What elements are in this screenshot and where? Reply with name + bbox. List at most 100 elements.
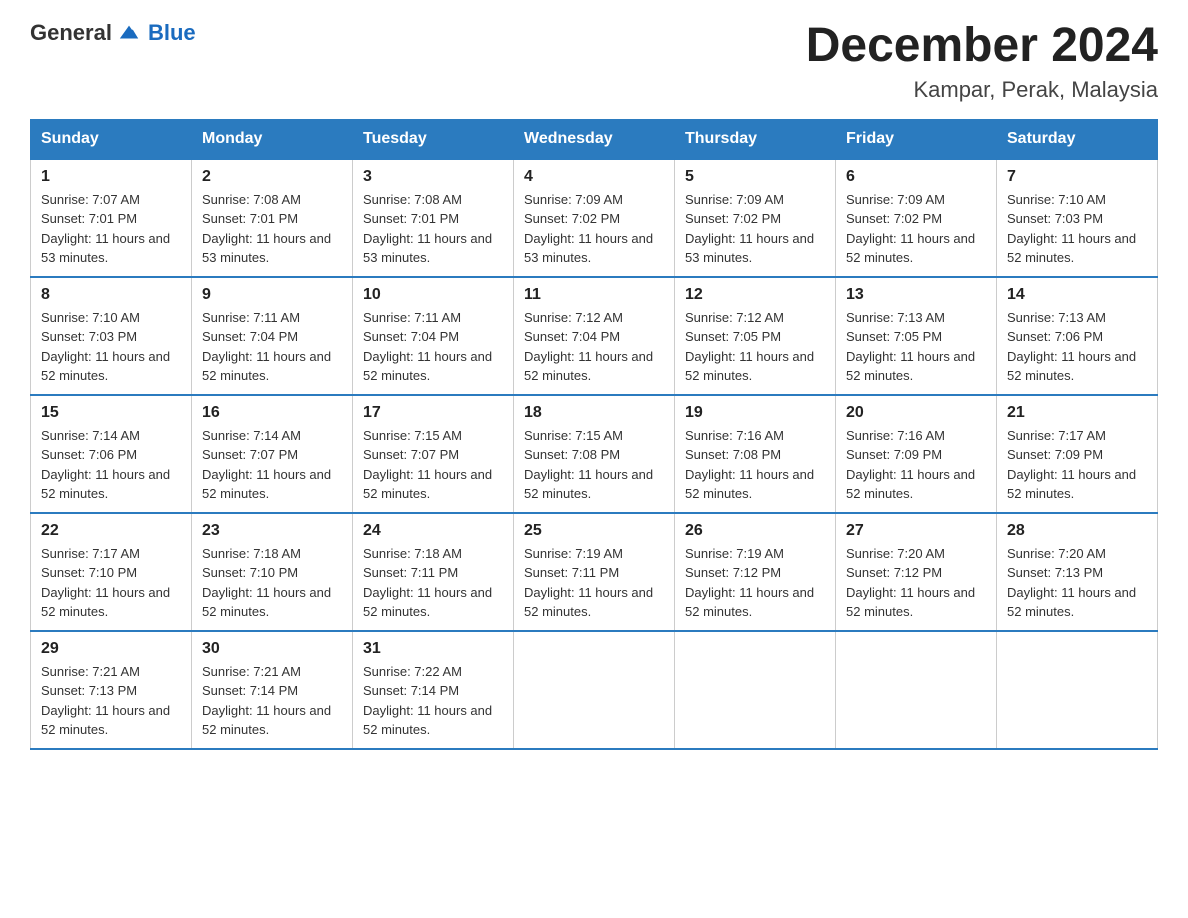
day-number: 30 bbox=[202, 640, 342, 658]
sunrise-label: Sunrise: 7:12 AM bbox=[685, 310, 784, 325]
day-info: Sunrise: 7:08 AM Sunset: 7:01 PM Dayligh… bbox=[202, 190, 342, 268]
day-info: Sunrise: 7:20 AM Sunset: 7:13 PM Dayligh… bbox=[1007, 544, 1147, 622]
logo-general: General bbox=[30, 20, 112, 46]
daylight-label: Daylight: 11 hours and 52 minutes. bbox=[202, 585, 331, 620]
daylight-label: Daylight: 11 hours and 53 minutes. bbox=[363, 231, 492, 266]
sunset-label: Sunset: 7:10 PM bbox=[202, 565, 298, 580]
calendar-week-row: 29 Sunrise: 7:21 AM Sunset: 7:13 PM Dayl… bbox=[31, 631, 1158, 749]
day-number: 9 bbox=[202, 286, 342, 304]
sunset-label: Sunset: 7:12 PM bbox=[685, 565, 781, 580]
sunset-label: Sunset: 7:07 PM bbox=[202, 447, 298, 462]
sunset-label: Sunset: 7:05 PM bbox=[685, 329, 781, 344]
day-number: 7 bbox=[1007, 168, 1147, 186]
daylight-label: Daylight: 11 hours and 52 minutes. bbox=[685, 349, 814, 384]
calendar-day-cell: 19 Sunrise: 7:16 AM Sunset: 7:08 PM Dayl… bbox=[675, 395, 836, 513]
day-info: Sunrise: 7:15 AM Sunset: 7:07 PM Dayligh… bbox=[363, 426, 503, 504]
sunset-label: Sunset: 7:06 PM bbox=[1007, 329, 1103, 344]
daylight-label: Daylight: 11 hours and 52 minutes. bbox=[846, 349, 975, 384]
sunrise-label: Sunrise: 7:19 AM bbox=[524, 546, 623, 561]
day-number: 21 bbox=[1007, 404, 1147, 422]
logo-icon bbox=[118, 22, 140, 44]
calendar-day-cell: 31 Sunrise: 7:22 AM Sunset: 7:14 PM Dayl… bbox=[353, 631, 514, 749]
day-info: Sunrise: 7:17 AM Sunset: 7:10 PM Dayligh… bbox=[41, 544, 181, 622]
daylight-label: Daylight: 11 hours and 52 minutes. bbox=[41, 467, 170, 502]
daylight-label: Daylight: 11 hours and 52 minutes. bbox=[202, 349, 331, 384]
sunrise-label: Sunrise: 7:09 AM bbox=[846, 192, 945, 207]
calendar-week-row: 22 Sunrise: 7:17 AM Sunset: 7:10 PM Dayl… bbox=[31, 513, 1158, 631]
day-info: Sunrise: 7:09 AM Sunset: 7:02 PM Dayligh… bbox=[846, 190, 986, 268]
daylight-label: Daylight: 11 hours and 52 minutes. bbox=[1007, 585, 1136, 620]
sunrise-label: Sunrise: 7:16 AM bbox=[685, 428, 784, 443]
day-number: 23 bbox=[202, 522, 342, 540]
sunrise-label: Sunrise: 7:10 AM bbox=[1007, 192, 1106, 207]
calendar-day-header: Saturday bbox=[997, 119, 1158, 159]
calendar-day-cell: 4 Sunrise: 7:09 AM Sunset: 7:02 PM Dayli… bbox=[514, 159, 675, 277]
day-number: 19 bbox=[685, 404, 825, 422]
sunrise-label: Sunrise: 7:18 AM bbox=[202, 546, 301, 561]
sunrise-label: Sunrise: 7:11 AM bbox=[363, 310, 461, 325]
calendar-day-cell: 25 Sunrise: 7:19 AM Sunset: 7:11 PM Dayl… bbox=[514, 513, 675, 631]
calendar-day-cell: 12 Sunrise: 7:12 AM Sunset: 7:05 PM Dayl… bbox=[675, 277, 836, 395]
day-info: Sunrise: 7:10 AM Sunset: 7:03 PM Dayligh… bbox=[1007, 190, 1147, 268]
day-number: 16 bbox=[202, 404, 342, 422]
sunrise-label: Sunrise: 7:08 AM bbox=[363, 192, 462, 207]
daylight-label: Daylight: 11 hours and 53 minutes. bbox=[41, 231, 170, 266]
sunset-label: Sunset: 7:08 PM bbox=[524, 447, 620, 462]
daylight-label: Daylight: 11 hours and 53 minutes. bbox=[202, 231, 331, 266]
sunset-label: Sunset: 7:04 PM bbox=[363, 329, 459, 344]
sunrise-label: Sunrise: 7:18 AM bbox=[363, 546, 462, 561]
calendar-day-cell: 22 Sunrise: 7:17 AM Sunset: 7:10 PM Dayl… bbox=[31, 513, 192, 631]
sunset-label: Sunset: 7:01 PM bbox=[41, 211, 137, 226]
day-info: Sunrise: 7:15 AM Sunset: 7:08 PM Dayligh… bbox=[524, 426, 664, 504]
day-info: Sunrise: 7:21 AM Sunset: 7:14 PM Dayligh… bbox=[202, 662, 342, 740]
daylight-label: Daylight: 11 hours and 52 minutes. bbox=[202, 467, 331, 502]
calendar-day-cell: 16 Sunrise: 7:14 AM Sunset: 7:07 PM Dayl… bbox=[192, 395, 353, 513]
sunset-label: Sunset: 7:02 PM bbox=[846, 211, 942, 226]
day-info: Sunrise: 7:11 AM Sunset: 7:04 PM Dayligh… bbox=[363, 308, 503, 386]
sunset-label: Sunset: 7:10 PM bbox=[41, 565, 137, 580]
calendar-week-row: 8 Sunrise: 7:10 AM Sunset: 7:03 PM Dayli… bbox=[31, 277, 1158, 395]
daylight-label: Daylight: 11 hours and 52 minutes. bbox=[524, 349, 653, 384]
sunset-label: Sunset: 7:14 PM bbox=[363, 683, 459, 698]
daylight-label: Daylight: 11 hours and 52 minutes. bbox=[363, 349, 492, 384]
calendar-day-cell bbox=[514, 631, 675, 749]
calendar-day-cell: 7 Sunrise: 7:10 AM Sunset: 7:03 PM Dayli… bbox=[997, 159, 1158, 277]
calendar-day-header: Tuesday bbox=[353, 119, 514, 159]
daylight-label: Daylight: 11 hours and 52 minutes. bbox=[524, 467, 653, 502]
calendar-table: SundayMondayTuesdayWednesdayThursdayFrid… bbox=[30, 119, 1158, 750]
day-info: Sunrise: 7:18 AM Sunset: 7:11 PM Dayligh… bbox=[363, 544, 503, 622]
day-number: 29 bbox=[41, 640, 181, 658]
day-info: Sunrise: 7:13 AM Sunset: 7:06 PM Dayligh… bbox=[1007, 308, 1147, 386]
daylight-label: Daylight: 11 hours and 52 minutes. bbox=[41, 703, 170, 738]
calendar-day-cell: 24 Sunrise: 7:18 AM Sunset: 7:11 PM Dayl… bbox=[353, 513, 514, 631]
calendar-day-cell: 20 Sunrise: 7:16 AM Sunset: 7:09 PM Dayl… bbox=[836, 395, 997, 513]
day-number: 25 bbox=[524, 522, 664, 540]
sunrise-label: Sunrise: 7:20 AM bbox=[846, 546, 945, 561]
calendar-day-cell: 23 Sunrise: 7:18 AM Sunset: 7:10 PM Dayl… bbox=[192, 513, 353, 631]
calendar-day-cell: 8 Sunrise: 7:10 AM Sunset: 7:03 PM Dayli… bbox=[31, 277, 192, 395]
day-info: Sunrise: 7:14 AM Sunset: 7:07 PM Dayligh… bbox=[202, 426, 342, 504]
calendar-day-header: Monday bbox=[192, 119, 353, 159]
sunset-label: Sunset: 7:08 PM bbox=[685, 447, 781, 462]
day-number: 31 bbox=[363, 640, 503, 658]
sunrise-label: Sunrise: 7:14 AM bbox=[41, 428, 140, 443]
daylight-label: Daylight: 11 hours and 52 minutes. bbox=[1007, 231, 1136, 266]
sunrise-label: Sunrise: 7:20 AM bbox=[1007, 546, 1106, 561]
sunrise-label: Sunrise: 7:21 AM bbox=[41, 664, 140, 679]
day-info: Sunrise: 7:10 AM Sunset: 7:03 PM Dayligh… bbox=[41, 308, 181, 386]
day-number: 12 bbox=[685, 286, 825, 304]
month-title: December 2024 bbox=[806, 20, 1158, 73]
calendar-day-cell: 18 Sunrise: 7:15 AM Sunset: 7:08 PM Dayl… bbox=[514, 395, 675, 513]
sunset-label: Sunset: 7:07 PM bbox=[363, 447, 459, 462]
calendar-day-cell: 11 Sunrise: 7:12 AM Sunset: 7:04 PM Dayl… bbox=[514, 277, 675, 395]
calendar-day-cell: 14 Sunrise: 7:13 AM Sunset: 7:06 PM Dayl… bbox=[997, 277, 1158, 395]
sunrise-label: Sunrise: 7:13 AM bbox=[1007, 310, 1106, 325]
day-info: Sunrise: 7:21 AM Sunset: 7:13 PM Dayligh… bbox=[41, 662, 181, 740]
calendar-day-cell: 10 Sunrise: 7:11 AM Sunset: 7:04 PM Dayl… bbox=[353, 277, 514, 395]
sunrise-label: Sunrise: 7:07 AM bbox=[41, 192, 140, 207]
day-info: Sunrise: 7:13 AM Sunset: 7:05 PM Dayligh… bbox=[846, 308, 986, 386]
calendar-day-cell: 3 Sunrise: 7:08 AM Sunset: 7:01 PM Dayli… bbox=[353, 159, 514, 277]
calendar-week-row: 1 Sunrise: 7:07 AM Sunset: 7:01 PM Dayli… bbox=[31, 159, 1158, 277]
daylight-label: Daylight: 11 hours and 52 minutes. bbox=[41, 585, 170, 620]
calendar-day-cell: 27 Sunrise: 7:20 AM Sunset: 7:12 PM Dayl… bbox=[836, 513, 997, 631]
